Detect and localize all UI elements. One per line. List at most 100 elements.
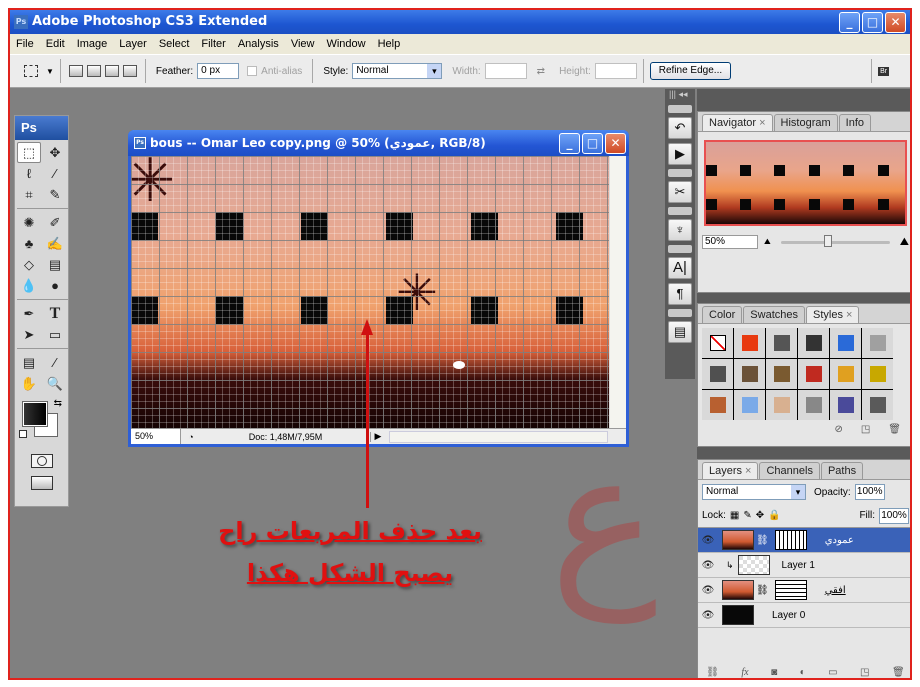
link-layers-icon[interactable]: ⛓: [706, 667, 719, 678]
character-panel-icon[interactable]: A|: [668, 257, 692, 279]
close-button[interactable]: ✕: [885, 12, 906, 33]
history-panel-icon[interactable]: ↶: [668, 117, 692, 139]
brush-tool-icon[interactable]: ✐: [43, 212, 67, 233]
document-maximize-button[interactable]: □: [582, 133, 603, 154]
clear-style-icon[interactable]: ⊘: [834, 424, 842, 435]
tab-channels[interactable]: Channels: [759, 462, 820, 479]
horizontal-scrollbar[interactable]: [389, 430, 608, 443]
history-brush-icon[interactable]: ✍: [43, 233, 67, 254]
menu-edit[interactable]: Edit: [40, 34, 71, 54]
style-select[interactable]: Normal ▾: [352, 63, 443, 79]
swap-icon[interactable]: ⇄: [537, 66, 545, 77]
intersect-selection-icon[interactable]: [122, 65, 137, 77]
tab-navigator[interactable]: Navigator ×: [702, 114, 773, 131]
style-swatch[interactable]: [830, 328, 861, 358]
layer-mask-thumbnail[interactable]: [774, 580, 807, 600]
type-tool-icon[interactable]: T: [43, 303, 67, 324]
status-arrow-icon[interactable]: ▶: [371, 431, 385, 442]
style-swatch[interactable]: [798, 359, 829, 389]
style-swatch[interactable]: [862, 359, 893, 389]
height-input[interactable]: [594, 63, 637, 79]
navigator-preview[interactable]: [704, 140, 907, 226]
tab-info[interactable]: Info: [838, 114, 871, 131]
screen-mode-icon[interactable]: [30, 476, 53, 490]
style-swatch[interactable]: [702, 359, 733, 389]
link-icon[interactable]: ⛓: [756, 585, 769, 596]
document-close-button[interactable]: ✕: [605, 133, 626, 154]
bridge-icon[interactable]: Br: [878, 66, 890, 76]
preset-dropdown-icon[interactable]: ▼: [46, 67, 54, 76]
status-menu-icon[interactable]: ◔: [181, 432, 201, 442]
layer-row[interactable]: 👁 ↳ Layer 1: [698, 553, 910, 578]
dodge-tool-icon[interactable]: ●: [43, 275, 67, 296]
blur-tool-icon[interactable]: 💧: [17, 275, 41, 296]
menu-layer[interactable]: Layer: [113, 34, 153, 54]
style-swatch[interactable]: [766, 390, 797, 420]
feather-input[interactable]: 0 px: [197, 63, 240, 79]
adjustment-layer-icon[interactable]: ◐: [800, 667, 806, 678]
layer-style-fx-icon[interactable]: fx: [741, 667, 748, 678]
clone-stamp-icon[interactable]: ♣: [17, 233, 41, 254]
tab-layers[interactable]: Layers ×: [702, 462, 759, 479]
menu-image[interactable]: Image: [71, 34, 114, 54]
magic-wand-tool-icon[interactable]: ⁄: [43, 163, 67, 184]
opacity-input[interactable]: 100%: [854, 484, 885, 500]
layer-mask-thumbnail[interactable]: [774, 530, 807, 550]
style-swatch[interactable]: [734, 359, 765, 389]
lasso-tool-icon[interactable]: ℓ: [17, 163, 41, 184]
menu-select[interactable]: Select: [153, 34, 196, 54]
visibility-eye-icon[interactable]: 👁: [698, 610, 718, 621]
delete-layer-icon[interactable]: 🗑: [892, 667, 905, 678]
eraser-tool-icon[interactable]: ◇: [17, 254, 41, 275]
menu-view[interactable]: View: [285, 34, 321, 54]
healing-brush-icon[interactable]: ✺: [17, 212, 41, 233]
style-swatch[interactable]: [702, 390, 733, 420]
menu-analysis[interactable]: Analysis: [232, 34, 285, 54]
style-swatch[interactable]: [766, 328, 797, 358]
delete-style-icon[interactable]: 🗑: [888, 424, 901, 435]
marquee-tool-icon[interactable]: ⬚: [17, 142, 41, 163]
close-tab-icon[interactable]: ×: [759, 117, 765, 129]
visibility-eye-icon[interactable]: 👁: [698, 560, 718, 571]
new-style-icon[interactable]: ◳: [861, 424, 870, 435]
actions-panel-icon[interactable]: ▶: [668, 143, 692, 165]
fill-input[interactable]: 100%: [879, 507, 909, 524]
subtract-selection-icon[interactable]: [104, 65, 119, 77]
style-swatch[interactable]: [862, 328, 893, 358]
close-tab-icon[interactable]: ×: [745, 465, 751, 477]
lock-transparency-icon[interactable]: ▦: [730, 510, 739, 521]
notes-tool-icon[interactable]: ▤: [17, 352, 41, 373]
path-selection-icon[interactable]: ➤: [17, 324, 41, 345]
dock-collapse-icon[interactable]: ||| ◂◂: [665, 89, 695, 103]
navigator-zoom-field[interactable]: 50%: [702, 235, 758, 249]
menu-file[interactable]: File: [10, 34, 40, 54]
layer-row[interactable]: 👁 Layer 0: [698, 603, 910, 628]
tab-styles[interactable]: Styles ×: [806, 306, 860, 323]
eyedropper-tool-icon[interactable]: ⁄: [43, 352, 67, 373]
move-tool-icon[interactable]: ✥: [43, 142, 67, 163]
paragraph-panel-icon[interactable]: ¶: [668, 283, 692, 305]
slider-thumb[interactable]: [824, 234, 833, 247]
style-swatch[interactable]: [798, 390, 829, 420]
crop-tool-icon[interactable]: ⌗: [17, 184, 41, 205]
swap-colors-icon[interactable]: ⇆: [54, 398, 62, 409]
zoom-out-icon[interactable]: ⛰: [764, 237, 771, 247]
visibility-eye-icon[interactable]: 👁: [698, 535, 718, 546]
shape-tool-icon[interactable]: ▭: [43, 324, 67, 345]
close-tab-icon[interactable]: ×: [846, 309, 852, 321]
navigator-zoom-slider[interactable]: [780, 234, 890, 247]
brushes-panel-icon[interactable]: ♆: [668, 219, 692, 241]
tab-color[interactable]: Color: [702, 306, 743, 323]
new-layer-icon[interactable]: ◳: [860, 667, 869, 678]
hand-tool-icon[interactable]: ✋: [17, 373, 41, 394]
layer-comps-icon[interactable]: ▤: [668, 321, 692, 343]
document-zoom-field[interactable]: 50%: [131, 429, 181, 444]
menu-window[interactable]: Window: [320, 34, 371, 54]
tab-swatches[interactable]: Swatches: [743, 306, 805, 323]
style-swatch[interactable]: [862, 390, 893, 420]
default-colors-icon[interactable]: [19, 430, 27, 438]
style-swatch[interactable]: [734, 328, 765, 358]
add-to-selection-icon[interactable]: [86, 65, 101, 77]
document-minimize-button[interactable]: _: [559, 133, 580, 154]
menu-help[interactable]: Help: [372, 34, 407, 54]
